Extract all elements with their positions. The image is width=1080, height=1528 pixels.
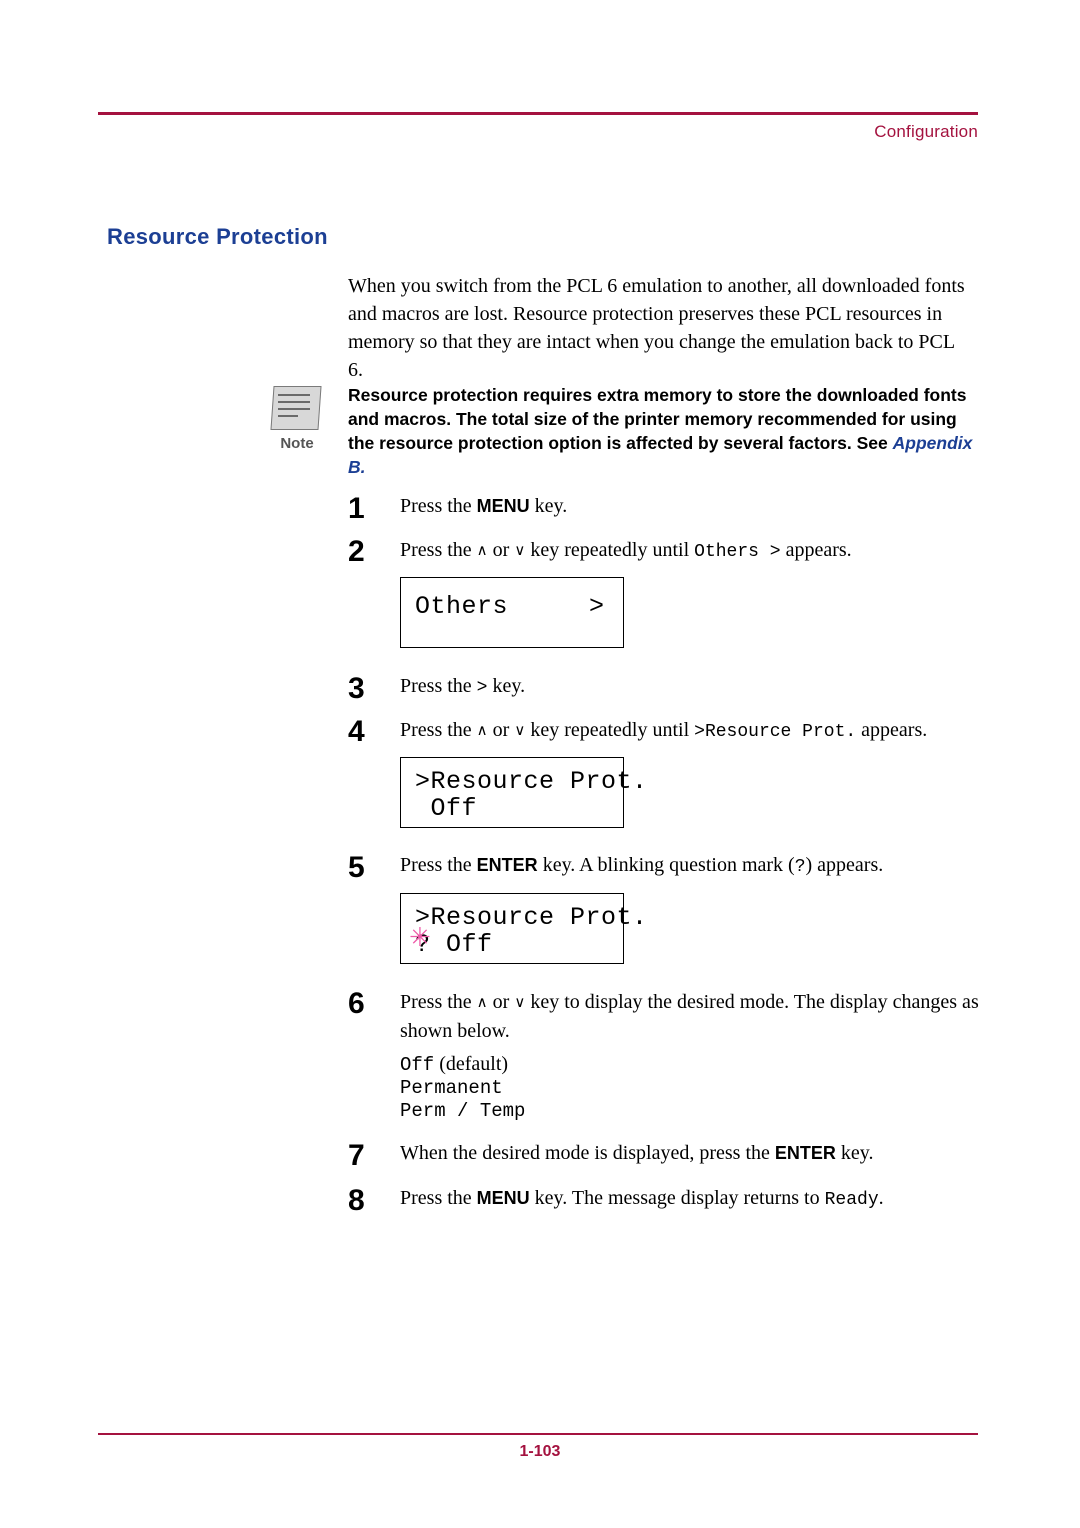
footer-rule	[98, 1433, 978, 1435]
step2-t4: key repeatedly until	[525, 539, 695, 561]
header-title: Configuration	[874, 122, 978, 141]
step-text-2: Press the ∧ or ∨ key repeatedly until Ot…	[400, 536, 980, 566]
footer-page-number: 1-103	[519, 1443, 561, 1460]
step5-t4: ) appears.	[805, 854, 884, 876]
resource-prot-blinking-display: >Resource Prot. ? Off ✳	[400, 893, 647, 964]
step-number-7: 7	[348, 1139, 365, 1172]
step-number-4: 4	[348, 715, 365, 748]
step-number-2: 2	[348, 535, 365, 568]
resource-prot-off-display: >Resource Prot. Off	[400, 757, 647, 828]
step-text-7: When the desired mode is displayed, pres…	[400, 1139, 980, 1167]
step8-t4: .	[878, 1187, 884, 1209]
resource-prot-blink-line1: >Resource Prot.	[415, 903, 648, 932]
step3-t0: Press the	[400, 675, 477, 697]
step-number-3: 3	[348, 672, 365, 705]
step2-t2: or	[487, 539, 515, 561]
step2-t0: Press the	[400, 539, 477, 561]
option-off-value: Off	[400, 1054, 435, 1076]
step1-t2: key.	[529, 495, 568, 517]
menu-key-label: MENU	[476, 496, 530, 516]
option-item-permanent: Permanent	[400, 1077, 503, 1099]
step8-t2: key. The message display returns to	[529, 1187, 825, 1209]
step4-display-text: >Resource Prot.	[694, 722, 857, 742]
right-arrow-key-label: >	[476, 678, 488, 698]
note-icon	[268, 386, 324, 434]
step6-t0: Press the	[400, 991, 477, 1013]
step4-t6: appears.	[856, 719, 928, 741]
step4-t2: or	[487, 719, 515, 741]
ready-display-text: Ready	[824, 1190, 879, 1210]
step3-t2: key.	[487, 675, 526, 697]
others-display-line1: Others	[415, 592, 509, 621]
step-number-6: 6	[348, 987, 365, 1020]
note-body: Resource protection requires extra memor…	[348, 385, 967, 453]
enter-key-label: ENTER	[774, 1143, 836, 1163]
up-arrow-icon: ∧	[476, 721, 488, 739]
option-default-marker: (default)	[439, 1053, 509, 1075]
manual-page: Configuration Resource Protection When y…	[0, 0, 1080, 1528]
step6-t2: or	[487, 991, 515, 1013]
step-number-8: 8	[348, 1184, 365, 1217]
note-text: Resource protection requires extra memor…	[348, 383, 978, 479]
step-number-1: 1	[348, 492, 365, 525]
down-arrow-icon: ∨	[514, 541, 526, 559]
step-text-1: Press the MENU key.	[400, 492, 980, 520]
step7-t0: When the desired mode is displayed, pres…	[400, 1142, 775, 1164]
step-text-3: Press the > key.	[400, 672, 980, 702]
step4-t4: key repeatedly until	[525, 719, 695, 741]
step-number-5: 5	[348, 851, 365, 884]
step-text-4: Press the ∧ or ∨ key repeatedly until >R…	[400, 716, 980, 746]
step2-t6: appears.	[780, 539, 852, 561]
intro-paragraph: When you switch from the PCL 6 emulation…	[348, 275, 965, 381]
option-list: Off (default) Permanent Perm / Temp	[400, 1053, 525, 1123]
down-arrow-icon: ∨	[514, 993, 526, 1011]
step4-t0: Press the	[400, 719, 477, 741]
step7-t2: key.	[835, 1142, 874, 1164]
note-label: Note	[280, 435, 314, 452]
others-display: Others >	[400, 577, 624, 648]
step2-display-text: Others >	[694, 542, 781, 562]
step-text-6: Press the ∧ or ∨ key to display the desi…	[400, 988, 980, 1045]
enter-key-label: ENTER	[476, 855, 538, 875]
resource-prot-off-line2: Off	[415, 794, 478, 823]
header-rule	[98, 112, 978, 115]
resource-prot-off-line1: >Resource Prot.	[415, 767, 648, 796]
step5-t2: key. A blinking question mark (	[537, 854, 795, 876]
step8-t0: Press the	[400, 1187, 477, 1209]
question-mark-glyph: ?	[794, 857, 806, 877]
others-display-arrow: >	[589, 592, 605, 621]
step-text-5: Press the ENTER key. A blinking question…	[400, 851, 980, 881]
menu-key-label: MENU	[476, 1188, 530, 1208]
blink-spark-icon: ✳	[409, 923, 432, 953]
option-item-perm-temp: Perm / Temp	[400, 1100, 526, 1122]
up-arrow-icon: ∧	[476, 993, 488, 1011]
option-item-off: Off (default)	[400, 1053, 525, 1077]
step5-t0: Press the	[400, 854, 477, 876]
step1-t0: Press the	[400, 495, 477, 517]
step-text-8: Press the MENU key. The message display …	[400, 1184, 980, 1214]
up-arrow-icon: ∧	[476, 541, 488, 559]
down-arrow-icon: ∨	[514, 721, 526, 739]
page-title: Resource Protection	[107, 224, 328, 249]
